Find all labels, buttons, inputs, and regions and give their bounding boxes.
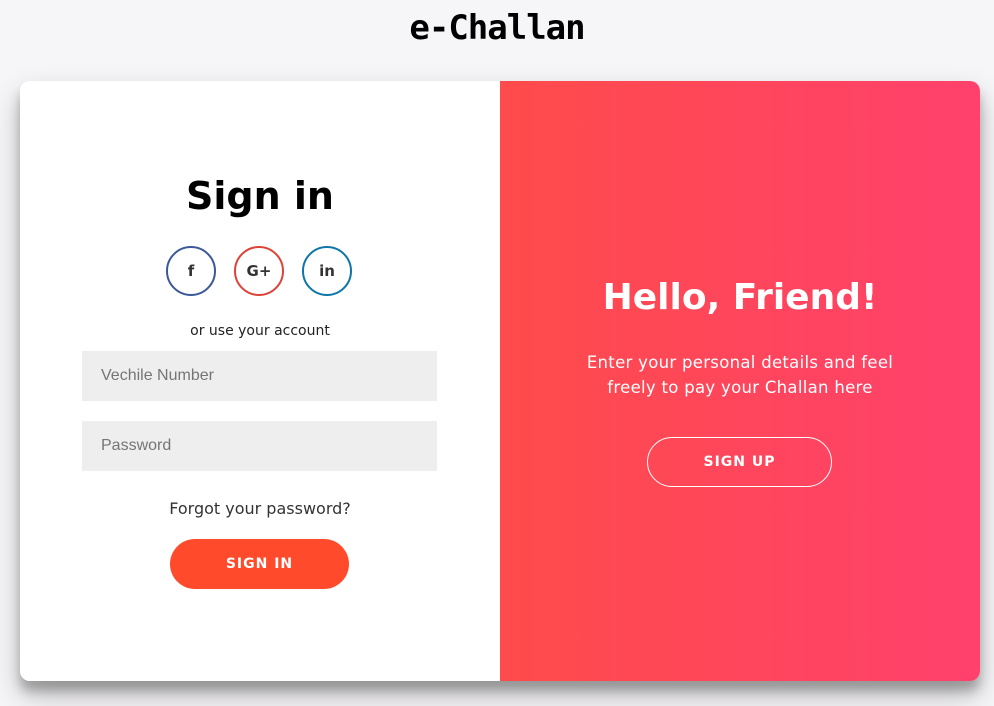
google-plus-icon: G+: [246, 262, 272, 280]
overlay-description: Enter your personal details and feel fre…: [586, 353, 894, 397]
google-plus-login-button[interactable]: G+: [234, 246, 284, 296]
signin-panel: Sign in f G+ in or use your account Forg…: [20, 81, 500, 681]
signin-heading: Sign in: [186, 174, 334, 218]
vehicle-number-input[interactable]: [82, 351, 437, 401]
sign-up-button[interactable]: SIGN UP: [647, 437, 832, 487]
facebook-login-button[interactable]: f: [166, 246, 216, 296]
linkedin-login-button[interactable]: in: [302, 246, 352, 296]
overlay-panel: Hello, Friend! Enter your personal detai…: [500, 81, 980, 681]
use-account-text: or use your account: [190, 323, 330, 339]
forgot-password-link[interactable]: Forgot your password?: [20, 499, 500, 518]
sign-in-button[interactable]: SIGN IN: [170, 539, 349, 589]
facebook-icon: f: [187, 262, 195, 280]
auth-container: Sign in f G+ in or use your account Forg…: [20, 81, 980, 681]
app-title: e-Challan: [409, 8, 585, 48]
password-input[interactable]: [82, 421, 437, 471]
social-login-row: f G+ in: [166, 246, 356, 298]
linkedin-icon: in: [319, 262, 335, 280]
hello-heading: Hello, Friend!: [602, 277, 878, 318]
